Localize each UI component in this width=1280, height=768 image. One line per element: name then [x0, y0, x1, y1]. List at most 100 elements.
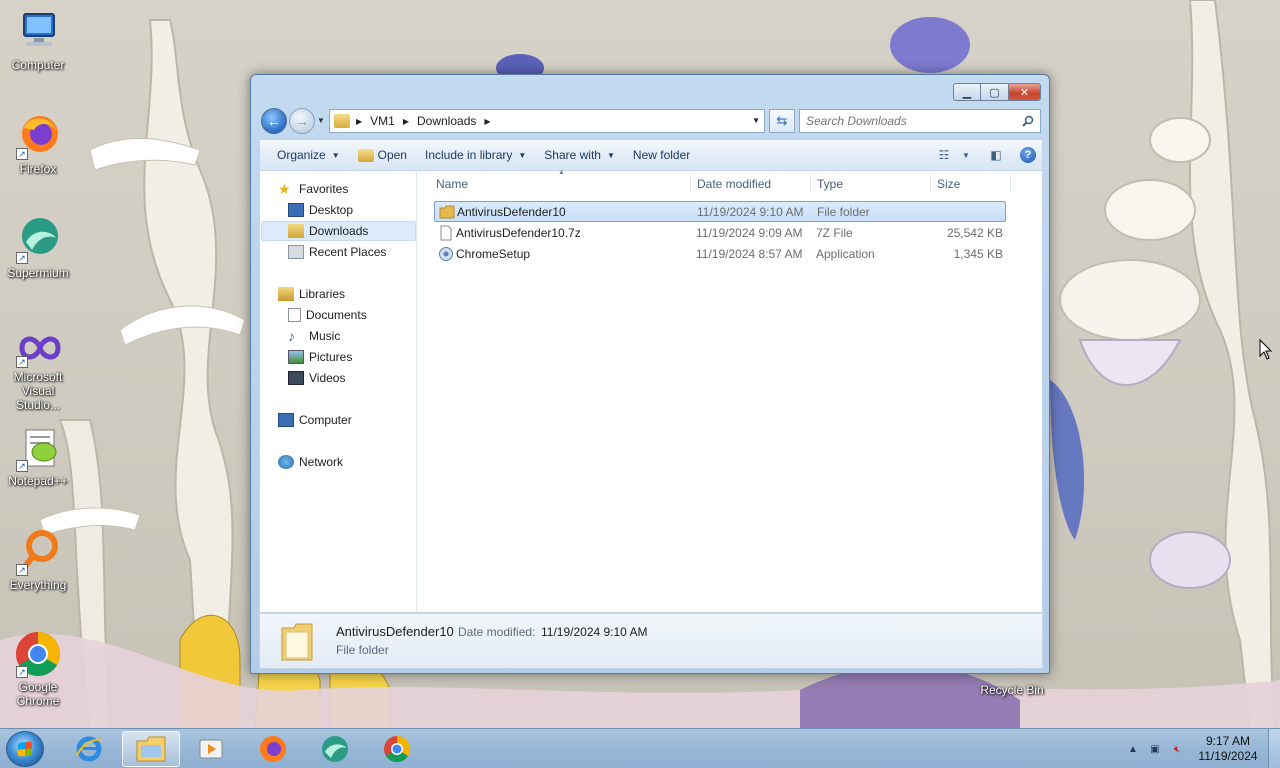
nav-documents[interactable]: Documents [288, 305, 367, 325]
recent-locations-dropdown[interactable]: ▼ [317, 116, 325, 125]
nav-music-label: Music [309, 329, 341, 343]
search-input[interactable] [806, 114, 1011, 128]
taskbar-internet-explorer[interactable] [60, 731, 118, 767]
start-button[interactable] [6, 731, 44, 767]
recent-places-icon [288, 245, 304, 259]
chrome-icon: ↗ [14, 630, 62, 678]
share-with-button[interactable]: Share with ▼ [535, 143, 624, 167]
back-button[interactable]: ← [261, 108, 287, 134]
taskbar-media-player[interactable] [182, 731, 240, 767]
recycle-bin-label[interactable]: Recycle Bin [976, 683, 1048, 697]
shortcut-arrow-icon: ↗ [16, 148, 28, 160]
show-hidden-icons-button[interactable]: ▲ [1122, 738, 1144, 760]
nav-desktop[interactable]: Desktop [288, 200, 353, 220]
desktop-icon-computer[interactable]: Computer [0, 8, 76, 72]
clock[interactable]: 9:17 AM 11/19/2024 [1188, 734, 1268, 764]
chevron-right-icon[interactable]: ▶ [403, 117, 409, 126]
nav-computer[interactable]: Computer [278, 410, 352, 430]
show-desktop-button[interactable] [1268, 729, 1280, 768]
column-header-type[interactable]: Type [817, 177, 843, 191]
desktop-icon [288, 203, 304, 217]
file-date: 11/19/2024 9:09 AM [696, 226, 803, 240]
nav-network[interactable]: Network [278, 452, 343, 472]
desktop-icon-everything[interactable]: ↗ Everything [0, 528, 76, 592]
address-dropdown-icon[interactable]: ▼ [752, 116, 760, 125]
breadcrumb-item-vm1[interactable]: VM1 [370, 114, 395, 128]
volume-muted-icon[interactable]: 🔇︎ [1166, 738, 1188, 760]
maximize-icon: ▢ [989, 86, 1000, 99]
help-button[interactable]: ? [1014, 144, 1042, 166]
folder-icon [281, 623, 313, 661]
change-view-button[interactable]: ☷ [930, 144, 958, 166]
nav-favorites-label: Favorites [299, 182, 349, 196]
desktop-icon-google-chrome[interactable]: ↗ Google Chrome [0, 630, 76, 708]
preview-pane-button[interactable]: ◧ [982, 144, 1010, 166]
view-options-dropdown[interactable]: ▼ [958, 144, 974, 166]
column-divider[interactable] [690, 175, 691, 193]
desktop-icon-visual-studio[interactable]: ↗ Microsoft Visual Studio... [0, 328, 76, 412]
internet-explorer-icon [76, 736, 103, 762]
nav-videos[interactable]: Videos [288, 368, 345, 388]
file-type: Application [816, 247, 875, 261]
documents-icon [288, 308, 301, 322]
shortcut-arrow-icon: ↗ [16, 252, 28, 264]
file-date: 11/19/2024 9:10 AM [697, 205, 804, 219]
chevron-right-icon[interactable]: ▶ [484, 117, 490, 126]
nav-music[interactable]: ♪ Music [288, 326, 340, 346]
nav-libraries[interactable]: Libraries [278, 284, 345, 304]
nav-favorites[interactable]: ★ Favorites [278, 179, 348, 199]
column-header-name[interactable]: Name [436, 177, 468, 191]
nav-recent-places[interactable]: Recent Places [288, 242, 386, 262]
nav-network-label: Network [299, 455, 344, 469]
minimize-button[interactable]: ▁ [953, 83, 981, 101]
nav-downloads[interactable]: Downloads [261, 221, 416, 241]
refresh-button[interactable]: ⇆ [769, 109, 795, 133]
open-label: Open [377, 148, 407, 162]
column-header-size[interactable]: Size [937, 177, 960, 191]
column-divider[interactable] [1010, 175, 1011, 193]
column-divider[interactable] [810, 175, 811, 193]
file-row[interactable]: AntivirusDefender10.7z 11/19/2024 9:09 A… [434, 223, 1006, 244]
preview-pane-icon: ◧ [990, 148, 1002, 162]
nav-computer-label: Computer [299, 413, 352, 427]
nav-pictures-label: Pictures [309, 350, 353, 364]
chevron-right-icon[interactable]: ▶ [356, 117, 362, 126]
address-bar[interactable]: ▶ VM1 ▶ Downloads ▶ ▼ [329, 109, 765, 133]
desktop-icon-firefox[interactable]: ↗ Firefox [0, 112, 76, 176]
maximize-button[interactable]: ▢ [981, 83, 1009, 101]
desktop-icon-label: Everything [9, 578, 67, 592]
include-in-library-button[interactable]: Include in library ▼ [416, 143, 535, 167]
search-box[interactable] [799, 109, 1041, 133]
file-name: AntivirusDefender10 [457, 205, 566, 219]
column-header-date-modified[interactable]: Date modified [697, 177, 771, 191]
caret-down-icon: ▼ [606, 150, 615, 160]
open-button[interactable]: Open [349, 143, 416, 167]
taskbar-supermium[interactable] [306, 731, 364, 767]
search-icon[interactable] [1022, 115, 1034, 127]
breadcrumb-item-downloads[interactable]: Downloads [417, 114, 476, 128]
nav-pictures[interactable]: Pictures [288, 347, 352, 367]
organize-button[interactable]: Organize ▼ [268, 143, 349, 167]
view-details-icon: ☷ [938, 148, 950, 162]
new-folder-button[interactable]: New folder [624, 143, 699, 167]
sort-ascending-icon: ▲ [558, 169, 565, 176]
forward-button[interactable]: → [289, 108, 315, 134]
taskbar-firefox[interactable] [244, 731, 302, 767]
chevron-up-icon: ▲ [1128, 743, 1138, 755]
refresh-icon: ⇆ [776, 113, 788, 128]
file-row[interactable]: ChromeSetup 11/19/2024 8:57 AM Applicati… [434, 244, 1006, 265]
taskbar-windows-explorer[interactable] [122, 731, 180, 767]
desktop-icon-supermium[interactable]: ↗ Supermium [0, 216, 76, 280]
nav-documents-label: Documents [306, 308, 367, 322]
computer-icon [278, 413, 294, 427]
column-divider[interactable] [930, 175, 931, 193]
file-row[interactable]: AntivirusDefender10 11/19/2024 9:10 AM F… [434, 201, 1006, 222]
close-icon: ✕ [1019, 86, 1030, 99]
taskbar-google-chrome[interactable] [368, 731, 426, 767]
desktop-icon-notepad-plus-plus[interactable]: ↗ Notepad++ [0, 424, 76, 488]
archive-file-icon [440, 225, 452, 241]
details-name: AntivirusDefender10 [336, 624, 454, 639]
firefox-icon: ↗ [14, 112, 62, 160]
network-status-icon[interactable]: ▣ [1144, 738, 1166, 760]
close-button[interactable]: ✕ [1009, 83, 1041, 101]
